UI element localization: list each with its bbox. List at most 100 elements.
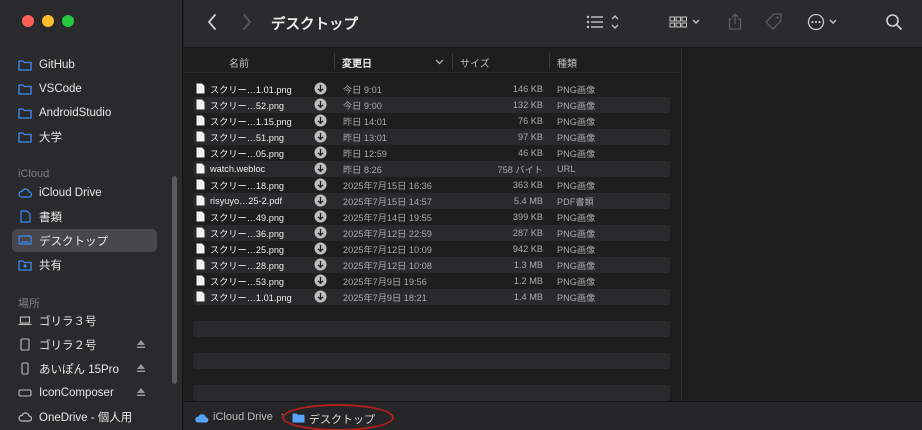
icloud-download-icon[interactable]	[314, 178, 327, 191]
table-row[interactable]: スクリー…51.png 昨日 13:01 97 KB PNG画像	[193, 129, 670, 145]
sidebar-item-iphone-15pro[interactable]: あいぽん 15Pro	[12, 357, 157, 380]
table-row[interactable]: スクリー…1.01.png 2025年7月9日 18:21 1.4 MB PNG…	[193, 289, 670, 305]
sidebar-item-androidstudio[interactable]: AndroidStudio	[12, 101, 157, 124]
table-row[interactable]: スクリー…18.png 2025年7月15日 16:36 363 KB PNG画…	[193, 177, 670, 193]
icloud-download-icon[interactable]	[314, 146, 327, 159]
folder-icon	[18, 82, 32, 96]
annotation-circle	[282, 404, 394, 430]
minimize-window-button[interactable]	[42, 15, 54, 27]
file-size: 942 KB	[512, 244, 543, 254]
folder-icon	[18, 58, 32, 72]
column-header-name[interactable]: 名前	[229, 55, 249, 70]
file-kind: PNG画像	[557, 181, 596, 191]
column-header-size[interactable]: サイズ	[460, 55, 490, 70]
sidebar-item-vscode[interactable]: VSCode	[12, 77, 157, 100]
column-separator[interactable]	[334, 53, 335, 69]
file-kind: PNG画像	[557, 101, 596, 111]
zoom-window-button[interactable]	[62, 15, 74, 27]
sidebar-item-label: ゴリラ２号	[39, 339, 97, 352]
sidebar-item-gorilla-3[interactable]: ゴリラ３号	[12, 309, 157, 332]
icloud-download-icon[interactable]	[314, 130, 327, 143]
icloud-download-icon[interactable]	[314, 210, 327, 223]
sidebar-item-label: 書類	[39, 211, 62, 224]
table-row[interactable]: スクリー…49.png 2025年7月14日 19:55 399 KB PNG画…	[193, 209, 670, 225]
file-kind: PNG画像	[557, 277, 596, 287]
forward-button[interactable]	[237, 12, 257, 32]
table-row[interactable]: スクリー…28.png 2025年7月12日 10:08 1.3 MB PNG画…	[193, 257, 670, 273]
tag-button[interactable]	[762, 11, 786, 33]
file-name: risyuyo…25-2.pdf	[210, 196, 283, 206]
icloud-download-icon[interactable]	[314, 274, 327, 287]
iphone-icon	[18, 362, 32, 376]
file-kind: PNG画像	[557, 245, 596, 255]
table-row[interactable]: スクリー…36.png 2025年7月12日 22:59 287 KB PNG画…	[193, 225, 670, 241]
icloud-download-icon[interactable]	[314, 162, 327, 175]
sidebar-item-gorilla-2[interactable]: ゴリラ２号	[12, 333, 157, 356]
table-row[interactable]: スクリー…1.01.png 今日 9:01 146 KB PNG画像	[193, 81, 670, 97]
sidebar-item-desktop[interactable]: デスクトップ	[12, 229, 157, 252]
file-size: 399 KB	[512, 212, 543, 222]
sidebar-item-label: 大学	[39, 131, 62, 144]
table-row[interactable]: watch.webloc 昨日 8:26 758 バイト URL	[193, 161, 670, 177]
file-name: スクリー…1.15.png	[210, 117, 292, 127]
table-row[interactable]: スクリー…05.png 昨日 12:59 46 KB PNG画像	[193, 145, 670, 161]
sidebar-item-onedrive[interactable]: OneDrive - 個人用	[12, 405, 157, 428]
chevron-left-icon	[208, 14, 216, 30]
eject-icon[interactable]	[135, 362, 147, 374]
sidebar-item-icloud-drive[interactable]: iCloud Drive	[12, 181, 157, 204]
file-kind: URL	[557, 164, 576, 174]
laptop-icon	[18, 314, 32, 328]
column-header-date[interactable]: 変更日	[342, 55, 372, 70]
sidebar: GitHub VSCode AndroidStudio 大学 iCloud iC…	[0, 0, 183, 430]
search-button[interactable]	[883, 11, 905, 33]
desktop-icon	[18, 234, 32, 248]
group-button[interactable]	[668, 12, 704, 32]
column-header-kind[interactable]: 種類	[557, 55, 577, 70]
eject-icon[interactable]	[135, 386, 147, 398]
back-button[interactable]	[202, 12, 222, 32]
icloud-download-icon[interactable]	[314, 242, 327, 255]
sidebar-item-label: VSCode	[39, 82, 82, 95]
cloud-icon	[18, 410, 32, 424]
view-options-button[interactable]	[584, 12, 624, 32]
eject-icon[interactable]	[135, 338, 147, 350]
sidebar-item-github[interactable]: GitHub	[12, 53, 157, 76]
icloud-download-icon[interactable]	[314, 290, 327, 303]
column-separator[interactable]	[452, 53, 453, 69]
column-separator[interactable]	[549, 53, 550, 69]
sidebar-item-documents[interactable]: 書類	[12, 205, 157, 228]
icloud-download-icon[interactable]	[314, 98, 327, 111]
sidebar-item-iconcomposer[interactable]: IconComposer	[12, 381, 157, 404]
disk-icon	[18, 386, 32, 400]
table-row[interactable]: スクリー…53.png 2025年7月9日 19:56 1.2 MB PNG画像	[193, 273, 670, 289]
preview-pane	[681, 49, 922, 401]
ellipsis-circle-icon	[807, 13, 837, 31]
icloud-download-icon[interactable]	[314, 258, 327, 271]
close-window-button[interactable]	[22, 15, 34, 27]
icloud-download-icon[interactable]	[314, 114, 327, 127]
table-row[interactable]: スクリー…25.png 2025年7月12日 10:09 942 KB PNG画…	[193, 241, 670, 257]
file-icon	[196, 227, 205, 238]
table-row[interactable]: スクリー…52.png 今日 9:00 132 KB PNG画像	[193, 97, 670, 113]
sidebar-scrollbar[interactable]	[172, 176, 177, 384]
file-kind: PNG画像	[557, 293, 596, 303]
more-actions-button[interactable]	[804, 11, 844, 33]
sidebar-item-university[interactable]: 大学	[12, 125, 157, 148]
sidebar-item-shared[interactable]: 共有	[12, 253, 157, 276]
file-icon	[196, 275, 205, 286]
table-row[interactable]: risyuyo…25-2.pdf 2025年7月15日 14:57 5.4 MB…	[193, 193, 670, 209]
file-icon	[196, 179, 205, 190]
icloud-download-icon[interactable]	[314, 226, 327, 239]
path-item-icloud-drive[interactable]: iCloud Drive	[213, 411, 273, 423]
icloud-download-icon[interactable]	[314, 194, 327, 207]
sidebar-item-label: ゴリラ３号	[39, 315, 97, 328]
table-row[interactable]: スクリー…1.15.png 昨日 14:01 76 KB PNG画像	[193, 113, 670, 129]
icloud-download-icon[interactable]	[314, 82, 327, 95]
sidebar-item-label: GitHub	[39, 58, 75, 71]
shared-folder-icon	[18, 258, 32, 272]
share-button[interactable]	[724, 11, 746, 33]
file-date: 2025年7月9日 19:56	[343, 277, 427, 287]
file-icon	[196, 131, 205, 142]
file-name: スクリー…1.01.png	[210, 85, 292, 95]
file-name: スクリー…36.png	[210, 229, 285, 239]
